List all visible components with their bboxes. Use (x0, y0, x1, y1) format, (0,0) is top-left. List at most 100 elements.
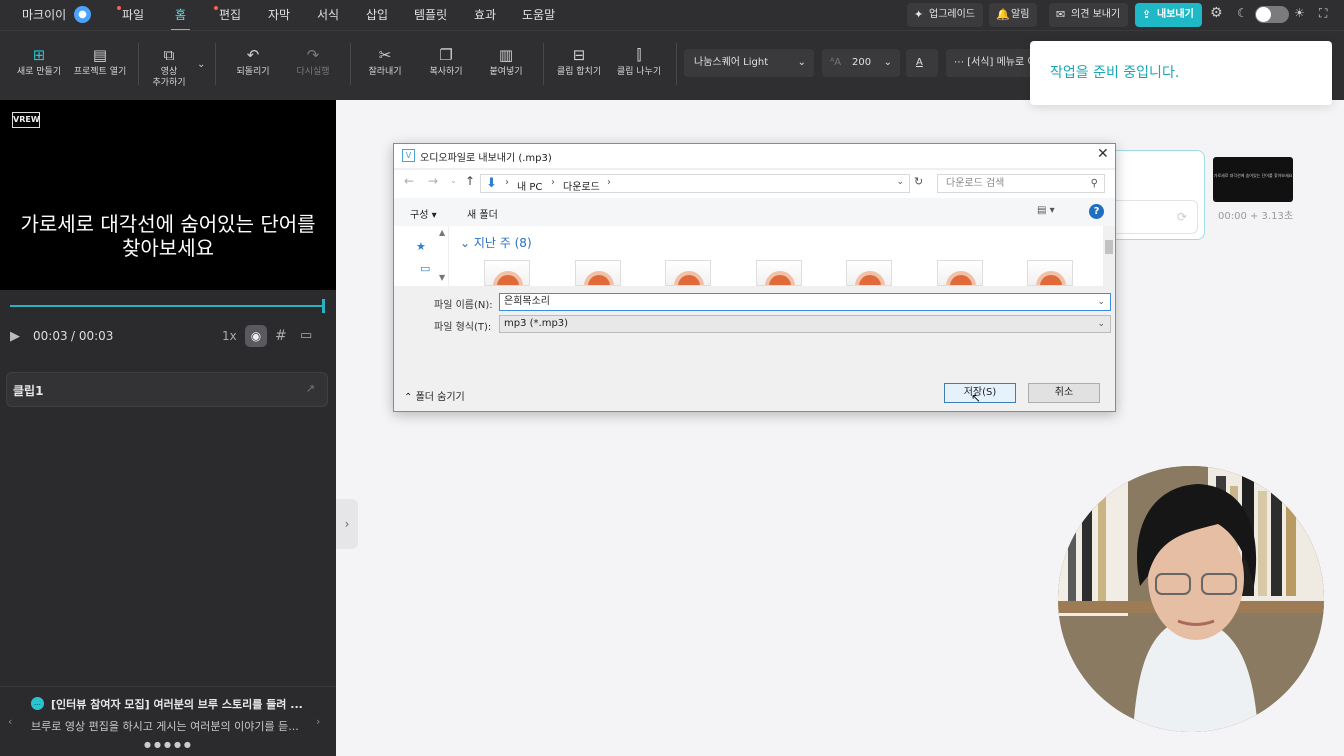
path-separator: › (607, 177, 611, 188)
undo-button[interactable]: ↶ 되돌리기 (230, 47, 276, 78)
mp3-file-icon[interactable] (484, 260, 530, 286)
mp3-file-icon[interactable] (756, 260, 802, 286)
theme-toggle[interactable] (1255, 6, 1289, 23)
scroll-up-icon[interactable]: ▲ (439, 228, 445, 237)
mp3-file-icon[interactable] (846, 260, 892, 286)
font-size-select[interactable]: ᴬA 200 ⌄ (822, 49, 900, 77)
clip-card-input[interactable]: ⟳ (1110, 200, 1198, 234)
close-icon[interactable]: ✕ (1097, 146, 1109, 162)
paste-button[interactable]: ▥ 붙여넣기 (483, 47, 529, 78)
external-link-icon[interactable]: ↗ (306, 382, 315, 395)
chevron-left-icon[interactable]: ‹ (8, 715, 12, 728)
refresh-icon[interactable]: ⟳ (1177, 210, 1187, 224)
copy-button[interactable]: ❐ 복사하기 (423, 47, 469, 78)
menu-edit[interactable]: 편집 (214, 6, 241, 23)
mp3-file-icon[interactable] (1027, 260, 1073, 286)
menu-file[interactable]: 파일 (117, 6, 144, 23)
new-button[interactable]: ⊞ 새로 만들기 (16, 47, 62, 78)
path-this-pc[interactable]: 내 PC (517, 178, 542, 193)
fullscreen-icon[interactable]: ⛶ (1319, 6, 1327, 21)
notice-banner[interactable]: … [인터뷰 참여자 모집] 여러분의 브루 스토리를 들려 ... 브루로 영… (0, 686, 336, 756)
add-video-button[interactable]: ⧉ 영상 추가하기 (148, 47, 190, 89)
toggle-knob (1256, 7, 1271, 22)
disc-icon (765, 271, 795, 285)
menu-insert[interactable]: 삽입 (366, 6, 388, 23)
merge-clip-button[interactable]: ⊟ 클립 합치기 (552, 47, 606, 78)
format-menu-button[interactable]: ⋯ [서식] 메뉴로 이동 (946, 49, 1036, 77)
menu-format[interactable]: 서식 (317, 6, 339, 23)
mp3-file-icon[interactable] (937, 260, 983, 286)
settings-icon[interactable]: ⚙ (1210, 5, 1223, 21)
search-input[interactable]: 다운로드 검색 ⚲ (937, 174, 1105, 193)
navigation-pane[interactable]: ★ ▭ ▲ ▼ (394, 226, 449, 286)
menu-subtitle[interactable]: 자막 (268, 6, 290, 23)
playhead[interactable] (322, 299, 325, 313)
history-chevron-icon[interactable]: ⌄ (450, 176, 457, 185)
font-select[interactable]: 나눔스퀘어 Light ⌄ (684, 49, 814, 77)
scrollbar[interactable] (1103, 226, 1115, 286)
disc-icon (584, 271, 614, 285)
grid-icon[interactable]: # (275, 328, 287, 344)
path-field[interactable]: ⬇ › 내 PC › 다운로드 › ⌄ (480, 174, 910, 193)
vrew-app-icon: V (402, 149, 415, 162)
play-icon[interactable]: ▶ (10, 329, 20, 344)
clip-item[interactable]: 클립1 ↗ (6, 372, 328, 407)
split-clip-button[interactable]: ⫿ 클립 나누기 (612, 47, 666, 78)
sparkle-icon: ✦ (914, 8, 924, 21)
menu-effects[interactable]: 효과 (474, 6, 496, 23)
help-icon[interactable]: ? (1089, 204, 1104, 219)
chevron-right-icon[interactable]: › (316, 715, 320, 728)
mp3-file-icon[interactable] (665, 260, 711, 286)
hide-folders-button[interactable]: ⌃ 폴더 숨기기 (404, 388, 465, 403)
menu-home[interactable]: 홈 (170, 6, 191, 31)
new-folder-button[interactable]: 새 폴더 (467, 206, 498, 221)
menu-template[interactable]: 템플릿 (414, 6, 447, 23)
up-icon[interactable]: ↑ (465, 174, 475, 188)
scroll-down-icon[interactable]: ▼ (439, 273, 445, 282)
desktop-icon[interactable]: ▭ (420, 262, 430, 275)
refresh-icon[interactable]: ↻ (914, 175, 923, 188)
upgrade-button[interactable]: ✦ 업그레이드 (907, 3, 983, 27)
filetype-select[interactable]: mp3 (*.mp3) ⌄ (499, 315, 1111, 333)
quick-access-icon[interactable]: ★ (416, 240, 426, 253)
clapper-icon: ▤ (92, 46, 108, 64)
filename-input[interactable]: 은희목소리 ⌄ (499, 293, 1111, 311)
open-project-button[interactable]: ▤ 프로젝트 열기 (72, 47, 128, 78)
camera-icon[interactable]: ◉ (245, 325, 267, 347)
feedback-button[interactable]: ✉ 의견 보내기 (1049, 3, 1129, 27)
chat-icon: … (31, 697, 44, 710)
organize-button[interactable]: 구성 ▾ (410, 206, 437, 221)
separator (138, 43, 139, 85)
mp3-file-icon[interactable] (575, 260, 621, 286)
mail-icon: ✉ (1056, 8, 1066, 21)
playback-progress[interactable] (10, 305, 324, 307)
dialog-titlebar: V 오디오파일로 내보내기 (.mp3) ✕ (394, 144, 1115, 168)
notifications-button[interactable]: 🔔 알림 (989, 3, 1038, 27)
video-preview[interactable] (0, 100, 336, 290)
view-options-icon[interactable]: ▤ ▾ (1037, 205, 1055, 216)
cut-button[interactable]: ✂ 잘라내기 (362, 47, 408, 78)
menu-help[interactable]: 도움말 (522, 6, 555, 23)
forward-icon[interactable]: → (428, 174, 438, 188)
webcam-overlay (1058, 466, 1324, 732)
chevron-down-icon[interactable]: ⌄ (896, 177, 904, 187)
panel-collapse-button[interactable]: › (336, 499, 358, 549)
export-button[interactable]: ⇪ 내보내기 (1135, 3, 1202, 27)
back-icon[interactable]: ← (404, 174, 414, 188)
chevron-down-icon[interactable]: ⌄ (1097, 294, 1105, 310)
chevron-down-icon[interactable]: ⌄ (197, 59, 205, 70)
subtitle-toggle-icon[interactable]: ▭ (300, 328, 312, 343)
clip-thumbnail[interactable]: 가로세로 대각선에 숨어있는 단어를 찾아보세요 (1213, 157, 1293, 202)
redo-button[interactable]: ↷ 다시실행 (290, 47, 336, 78)
avatar-icon[interactable]: ● (74, 6, 91, 23)
account-name[interactable]: 마크이이 (22, 6, 66, 23)
pagination-dots[interactable]: ●●●●● (144, 740, 194, 749)
path-downloads[interactable]: 다운로드 (563, 178, 600, 193)
group-header[interactable]: ⌄ 지난 주 (8) (460, 234, 532, 251)
sun-icon: ☀ (1294, 6, 1305, 20)
cancel-button[interactable]: 취소 (1028, 383, 1100, 403)
scrollbar-thumb[interactable] (1105, 240, 1113, 254)
text-color-button[interactable]: A (906, 49, 938, 77)
speed-button[interactable]: 1x (222, 329, 237, 343)
notice-title: [인터뷰 참여자 모집] 여러분의 브루 스토리를 들려 ... (51, 698, 303, 711)
